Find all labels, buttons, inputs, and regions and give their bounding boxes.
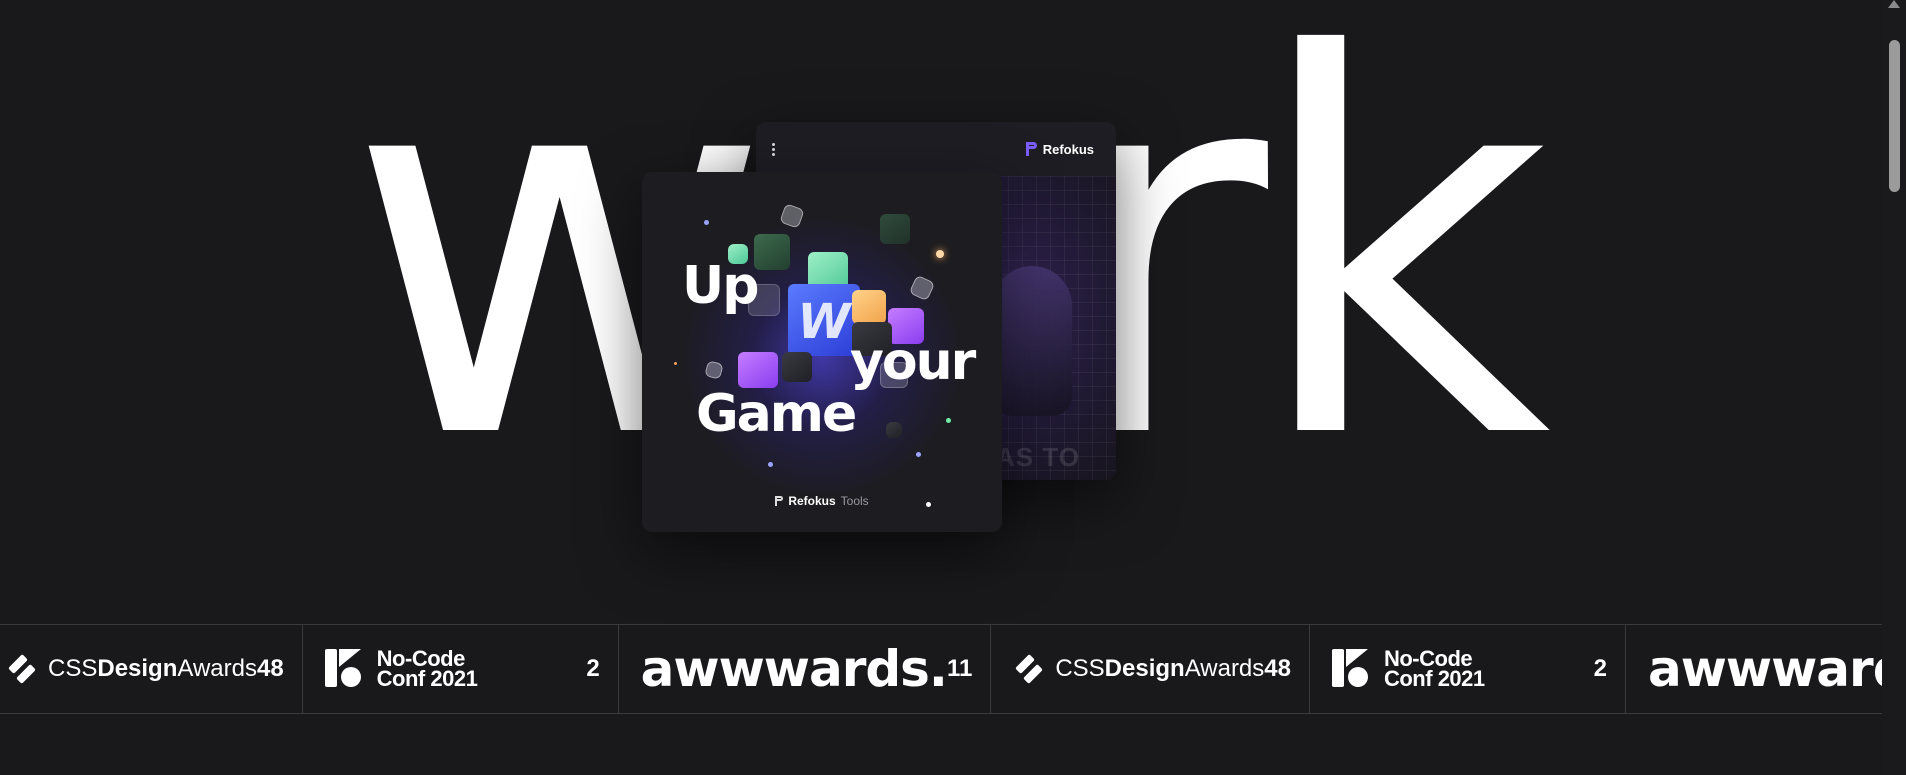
award-awwwards[interactable]: awwwards. 11 (1626, 625, 1906, 713)
award-nocodeconf[interactable]: No-Code Conf 2021 2 (1310, 625, 1626, 713)
hand-illustration (992, 266, 1072, 416)
sparkle (674, 362, 677, 365)
award-nocodeconf[interactable]: No-Code Conf 2021 2 (303, 625, 619, 713)
card-footer: Refokus Tools (642, 494, 1002, 508)
scroll-up-arrow-icon[interactable] (1888, 0, 1900, 8)
webflow-mark: W (797, 294, 851, 350)
cube-icon (754, 234, 790, 270)
award-count: 48 (256, 655, 284, 682)
vertical-scrollbar[interactable] (1882, 0, 1906, 775)
cube-icon (852, 290, 886, 324)
card-text-game: Game (696, 384, 857, 444)
sparkle (704, 220, 709, 225)
cube-icon (880, 214, 910, 244)
logo-design-text: Design (97, 655, 178, 682)
vertical-dots-icon[interactable] (772, 142, 775, 156)
refokus-brand: Refokus (1025, 141, 1094, 157)
card-topbar: Refokus (756, 122, 1116, 176)
scrollbar-thumb[interactable] (1889, 40, 1900, 192)
cssdesignawards-logo: CSSDesignAwards (6, 652, 257, 686)
nocode-line2: Conf 2021 (376, 666, 478, 691)
card-text-up: Up (682, 256, 759, 316)
award-cssdesignawards[interactable]: CSSDesignAwards 48 (0, 625, 303, 713)
award-count: 11 (946, 655, 973, 682)
nocode-line2: Conf 2021 (1383, 666, 1485, 691)
cube-icon (886, 422, 902, 438)
nocodeconf-icon (1331, 649, 1372, 689)
sparkle (916, 452, 921, 457)
awwwards-logo: awwwards. (640, 640, 948, 698)
cssdesignawards-logo: CSSDesignAwards (1013, 652, 1264, 686)
award-cssdesignawards[interactable]: CSSDesignAwards 48 (991, 625, 1310, 713)
cssdesignawards-icon (6, 652, 40, 686)
logo-design-text: Design (1104, 655, 1185, 682)
awwwards-logo: awwwards. (1647, 640, 1906, 698)
footer-brand: Refokus (788, 494, 836, 508)
sparkle (946, 418, 951, 423)
nocodeconf-icon (324, 649, 365, 689)
award-count: 48 (1264, 655, 1291, 682)
refokus-logo-icon (1025, 142, 1037, 156)
award-count: 2 (1593, 655, 1607, 682)
cube-icon (782, 352, 812, 382)
sparkle (936, 250, 944, 258)
sparkle (768, 462, 773, 467)
logo-css-text: CSS (1055, 655, 1105, 682)
cube-icon (738, 352, 778, 388)
logo-awards-text: Awards (177, 655, 257, 682)
refokus-logo-icon (775, 496, 784, 506)
card-back-ghost-text: AS TO (996, 442, 1080, 472)
logo-css-text: CSS (48, 655, 98, 682)
award-count: 2 (586, 655, 600, 682)
nocodeconf-logo: No-Code Conf 2021 (324, 648, 478, 691)
project-card-front[interactable]: W Up your Game Refokus Tools (642, 172, 1002, 532)
footer-tools: Tools (840, 494, 869, 508)
nocodeconf-logo: No-Code Conf 2021 (1331, 648, 1485, 691)
award-awwwards[interactable]: awwwards. 11 (619, 625, 992, 713)
brand-name: Refokus (1042, 141, 1094, 157)
cssdesignawards-icon (1013, 652, 1047, 686)
awards-strip: CSSDesignAwards 48 No-Code Conf 2021 2 aw… (0, 624, 1906, 714)
card-text-your: your (850, 332, 976, 392)
logo-awards-text: Awards (1184, 655, 1265, 682)
